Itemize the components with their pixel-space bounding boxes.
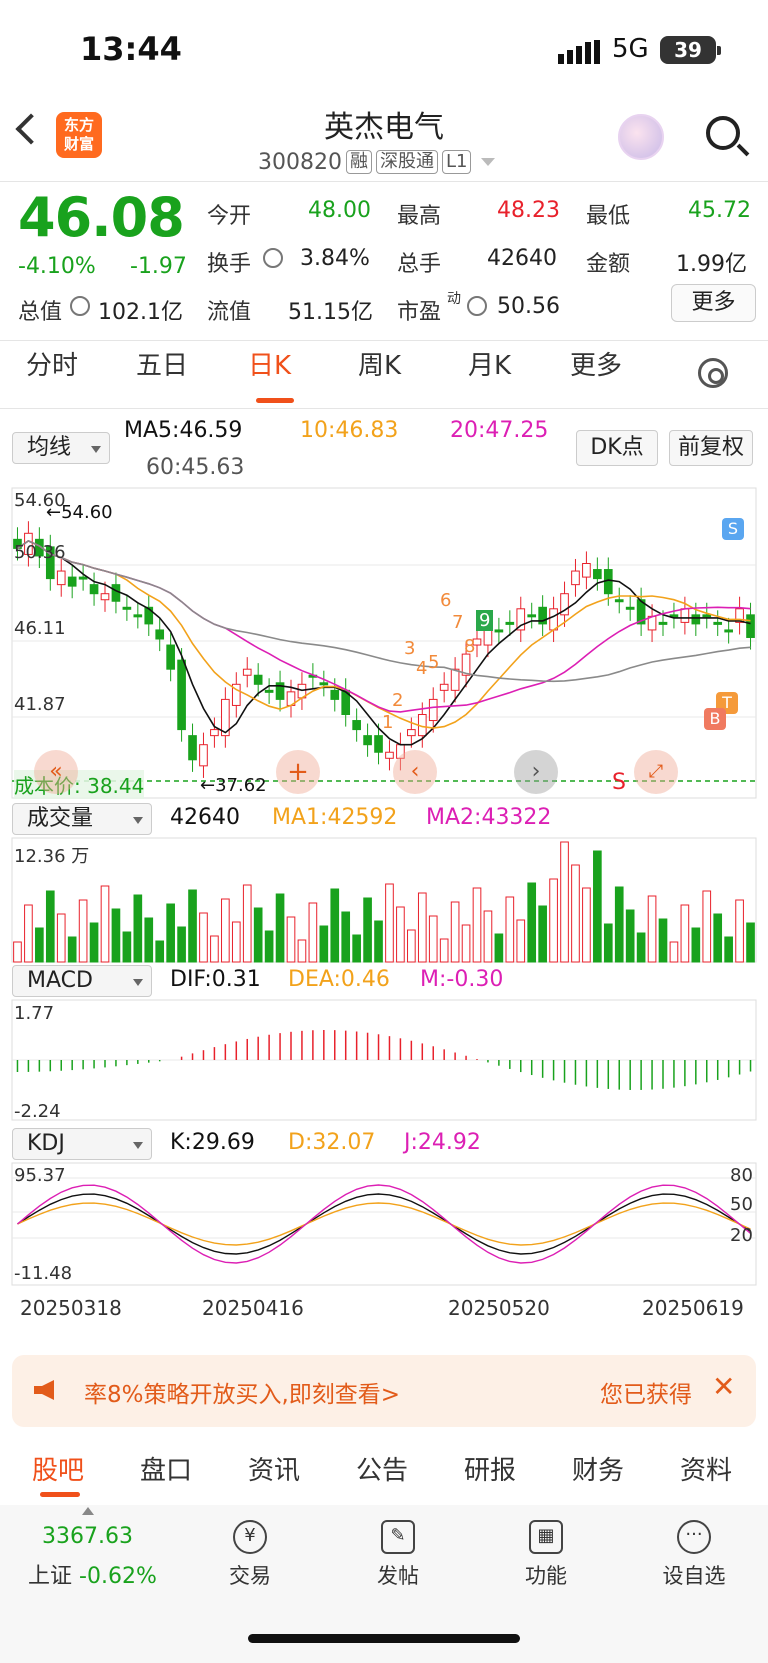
macd-top-label: 1.77 <box>14 1003 55 1024</box>
index-summary[interactable]: 上证 -0.62% <box>28 1558 157 1590</box>
kdj-k: K:29.69 <box>170 1130 255 1155</box>
high-marker-label: ←54.60 <box>46 502 113 523</box>
y-label-4: 41.87 <box>14 694 66 715</box>
tab-research[interactable]: 研报 <box>464 1450 516 1487</box>
tab-profile[interactable]: 资料 <box>680 1450 732 1487</box>
yen-icon: ¥ <box>233 1520 267 1554</box>
signal-b-badge[interactable]: B <box>704 708 726 730</box>
kdj-j: J:24.92 <box>404 1130 481 1155</box>
zoom-in-icon[interactable]: + <box>276 750 320 794</box>
sequence-number: 6 <box>440 590 452 611</box>
active-bottom-tab-indicator <box>40 1492 80 1497</box>
more-dots-icon: ··· <box>677 1520 711 1554</box>
date-label: 20250318 <box>20 1296 122 1320</box>
tab-announcements[interactable]: 公告 <box>356 1450 408 1487</box>
low-marker-label: ←37.62 <box>200 775 267 796</box>
volume-selector[interactable]: 成交量 <box>12 803 152 835</box>
sequence-number: 1 <box>382 712 394 733</box>
home-indicator <box>248 1634 520 1643</box>
kdj-level-20: 20 <box>730 1225 753 1246</box>
kdj-d: D:32.07 <box>288 1130 376 1155</box>
volume-today: 42640 <box>170 805 240 830</box>
sequence-number: 7 <box>452 612 464 633</box>
macd-m: M:-0.30 <box>420 967 504 992</box>
scroll-left-fast-icon[interactable]: « <box>34 750 78 794</box>
date-label: 20250619 <box>642 1296 744 1320</box>
banner-right-text[interactable]: 您已获得 <box>600 1375 692 1409</box>
macd-dea: DEA:0.46 <box>288 967 390 992</box>
banner-text[interactable]: 率8%策略开放买入,即刻查看> <box>84 1375 400 1409</box>
sequence-number: 5 <box>428 652 440 673</box>
fullscreen-icon[interactable]: ⤢ <box>634 750 678 794</box>
tab-pankou[interactable]: 盘口 <box>140 1450 192 1487</box>
index-value[interactable]: 3367.63 <box>42 1524 133 1549</box>
bottom-tabs: 股吧 盘口 资讯 公告 研报 财务 资料 <box>0 1440 768 1500</box>
y-label-3: 46.11 <box>14 618 66 639</box>
signal-s-marker: S <box>612 770 626 795</box>
dock-functions[interactable]: ▦ 功能 <box>506 1520 586 1590</box>
macd-bottom-label: -2.24 <box>14 1101 61 1122</box>
scroll-left-icon[interactable]: ‹ <box>393 750 437 794</box>
dock-trade[interactable]: ¥ 交易 <box>210 1520 290 1590</box>
tab-finance[interactable]: 财务 <box>572 1450 624 1487</box>
y-label-2: 50.36 <box>14 542 66 563</box>
macd-selector[interactable]: MACD <box>12 965 152 997</box>
volume-ma2: MA2:43322 <box>426 805 552 830</box>
volume-ma1: MA1:42592 <box>272 805 398 830</box>
signal-s-badge[interactable]: S <box>722 518 744 540</box>
kdj-selector[interactable]: KDJ <box>12 1128 152 1160</box>
sequence-number: 2 <box>392 690 404 711</box>
tab-guba[interactable]: 股吧 <box>32 1450 84 1487</box>
dock-post[interactable]: ✎ 发帖 <box>358 1520 438 1590</box>
megaphone-icon <box>34 1380 54 1400</box>
expand-up-icon[interactable] <box>82 1507 94 1515</box>
dock-watchlist[interactable]: ··· 设自选 <box>654 1520 734 1590</box>
date-label: 20250416 <box>202 1296 304 1320</box>
kdj-top-label: 95.37 <box>14 1165 66 1186</box>
kdj-level-50: 50 <box>730 1194 753 1215</box>
date-label: 20250520 <box>448 1296 550 1320</box>
scroll-right-icon[interactable]: › <box>514 750 558 794</box>
edit-icon: ✎ <box>381 1520 415 1554</box>
volume-max-label: 12.36 万 <box>14 846 90 867</box>
macd-dif: DIF:0.31 <box>170 967 261 992</box>
kdj-bottom-label: -11.48 <box>14 1263 73 1284</box>
sequence-number: 8 <box>464 636 476 657</box>
close-icon[interactable]: ✕ <box>712 1370 735 1403</box>
apps-icon: ▦ <box>529 1520 563 1554</box>
kdj-level-80: 80 <box>730 1165 753 1186</box>
sequence-number: 3 <box>404 638 416 659</box>
sequence-number: 4 <box>416 658 428 679</box>
sequence-number: 9 <box>476 610 494 631</box>
tab-news[interactable]: 资讯 <box>248 1450 300 1487</box>
